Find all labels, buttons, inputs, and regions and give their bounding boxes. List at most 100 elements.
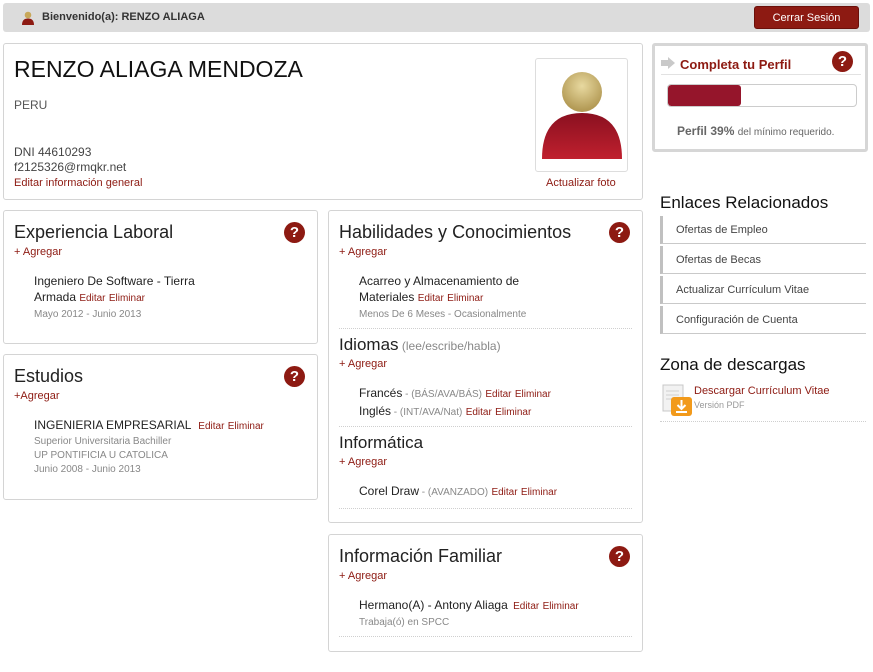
- studies-level: Superior Universitaria Bachiller: [34, 436, 172, 447]
- experience-entry: Ingeniero De Software - Tierra Armada Ed…: [34, 273, 304, 323]
- studies-entry: INGENIERIA EMPRESARIAL Editar Eliminar S…: [34, 417, 314, 477]
- divider: [661, 74, 861, 75]
- profile-percent: 39%: [710, 124, 735, 138]
- logout-button[interactable]: Cerrar Sesión: [754, 6, 859, 29]
- experience-edit-link[interactable]: Editar: [79, 293, 105, 304]
- profile-country: PERU: [14, 98, 48, 112]
- user-icon: [22, 11, 34, 25]
- language-delete-link[interactable]: Eliminar: [495, 407, 531, 418]
- studies-help-icon[interactable]: ?: [284, 366, 305, 387]
- skills-help-icon[interactable]: ?: [609, 222, 630, 243]
- downloads-title: Zona de descargas: [660, 355, 806, 374]
- family-title: Información Familiar: [339, 546, 503, 566]
- experience-job-line1: Ingeniero De Software - Tierra: [34, 274, 195, 288]
- related-links-title: Enlaces Relacionados: [660, 193, 829, 212]
- experience-add-link[interactable]: + Agregar: [14, 246, 62, 258]
- experience-title: Experiencia Laboral: [14, 222, 174, 242]
- skills-edit-link[interactable]: Editar: [418, 293, 444, 304]
- language-name: Inglés: [359, 404, 392, 418]
- profile-photo[interactable]: [535, 58, 628, 172]
- related-link-account-settings[interactable]: Configuración de Cuenta: [660, 306, 866, 334]
- experience-delete-link[interactable]: Eliminar: [109, 293, 145, 304]
- studies-card: Estudios ? +Agregar INGENIERIA EMPRESARI…: [3, 354, 318, 500]
- skills-entry: Acarreo y Almacenamiento de Materiales E…: [359, 273, 629, 323]
- experience-card: Experiencia Laboral ? + Agregar Ingenier…: [3, 210, 318, 344]
- studies-dates: Junio 2008 - Junio 2013: [34, 464, 141, 475]
- computing-entry: Corel Draw - (AVANZADO) Editar Eliminar: [359, 483, 639, 501]
- language-name: Francés: [359, 386, 403, 400]
- language-level: - (INT/AVA/Nat): [391, 407, 463, 418]
- download-cv-link[interactable]: Descargar Currículum Vitae: [694, 385, 830, 397]
- computing-level: - (AVANZADO): [419, 487, 489, 498]
- top-bar: Bienvenido(a): RENZO ALIAGA Cerrar Sesió…: [3, 3, 870, 32]
- experience-help-icon[interactable]: ?: [284, 222, 305, 243]
- divider: [339, 426, 632, 427]
- language-delete-link[interactable]: Eliminar: [515, 389, 551, 400]
- welcome-text: Bienvenido(a): RENZO ALIAGA: [42, 11, 205, 23]
- studies-add-link[interactable]: +Agregar: [14, 390, 60, 402]
- language-level: - (BÁS/AVA/BÁS): [402, 389, 483, 400]
- profile-email: f2125326@rmqkr.net: [14, 160, 127, 174]
- profile-progress-fill: [668, 85, 742, 106]
- languages-title: Idiomas: [339, 335, 399, 354]
- languages-subtitle: (lee/escribe/habla): [401, 339, 501, 353]
- skills-duration: Menos De 6 Meses - Ocasionalmente: [359, 309, 527, 320]
- studies-edit-link[interactable]: Editar: [198, 421, 224, 432]
- pdf-download-icon: [662, 384, 692, 416]
- experience-job-line2: Armada: [34, 290, 77, 304]
- family-work: Trabaja(ó) en SPCC: [359, 617, 450, 628]
- download-cv-item[interactable]: Descargar Currículum Vitae Versión PDF: [660, 382, 866, 422]
- skills-entry-line1: Acarreo y Almacenamiento de: [359, 274, 520, 288]
- family-entry: Hermano(A) - Antony Aliaga Editar Elimin…: [359, 597, 639, 631]
- skills-delete-link[interactable]: Eliminar: [447, 293, 483, 304]
- divider: [339, 328, 632, 329]
- divider: [339, 636, 632, 637]
- related-link-update-cv[interactable]: Actualizar Currículum Vitae: [660, 276, 866, 304]
- language-edit-link[interactable]: Editar: [466, 407, 492, 418]
- family-add-link[interactable]: + Agregar: [339, 570, 387, 582]
- divider: [339, 508, 632, 509]
- download-cv-version: Versión PDF: [694, 400, 745, 410]
- profile-name: RENZO ALIAGA MENDOZA: [14, 56, 303, 82]
- languages-list: Francés - (BÁS/AVA/BÁS) Editar Eliminar …: [359, 385, 639, 421]
- family-card: Información Familiar ? + Agregar Hermano…: [328, 534, 643, 652]
- studies-title: Estudios: [14, 366, 84, 386]
- language-item: Inglés - (INT/AVA/Nat) Editar Eliminar: [359, 403, 639, 421]
- language-item: Francés - (BÁS/AVA/BÁS) Editar Eliminar: [359, 385, 639, 403]
- skills-card: Habilidades y Conocimientos ? + Agregar …: [328, 210, 643, 523]
- experience-dates: Mayo 2012 - Junio 2013: [34, 309, 142, 320]
- computing-title: Informática: [339, 433, 424, 452]
- skills-entry-line2: Materiales: [359, 290, 415, 304]
- profile-dni: DNI 44610293: [14, 145, 92, 159]
- profile-progress-label: Perfil 39% del mínimo requerido.: [677, 124, 834, 138]
- computing-edit-link[interactable]: Editar: [491, 487, 517, 498]
- complete-profile-help-icon[interactable]: ?: [832, 51, 853, 72]
- computing-add-link[interactable]: + Agregar: [339, 456, 387, 468]
- computing-delete-link[interactable]: Eliminar: [521, 487, 557, 498]
- skills-title: Habilidades y Conocimientos: [339, 222, 572, 242]
- update-photo-link[interactable]: Actualizar foto: [546, 177, 616, 189]
- studies-school: UP PONTIFICIA U CATOLICA: [34, 450, 168, 461]
- family-delete-link[interactable]: Eliminar: [543, 601, 579, 612]
- related-link-scholarships[interactable]: Ofertas de Becas: [660, 246, 866, 274]
- studies-delete-link[interactable]: Eliminar: [228, 421, 264, 432]
- studies-degree: INGENIERIA EMPRESARIAL: [34, 418, 191, 432]
- family-help-icon[interactable]: ?: [609, 546, 630, 567]
- family-edit-link[interactable]: Editar: [513, 601, 539, 612]
- language-edit-link[interactable]: Editar: [485, 389, 511, 400]
- languages-add-link[interactable]: + Agregar: [339, 358, 387, 370]
- languages-heading: Idiomas (lee/escribe/habla): [339, 335, 501, 355]
- complete-profile-title: Completa tu Perfil: [680, 57, 792, 72]
- edit-general-info-link[interactable]: Editar información general: [14, 177, 142, 189]
- profile-suffix: del mínimo requerido.: [737, 127, 835, 138]
- computing-name: Corel Draw: [359, 484, 420, 498]
- arrow-right-icon: [661, 57, 675, 69]
- related-link-job-offers[interactable]: Ofertas de Empleo: [660, 216, 866, 244]
- family-member: Hermano(A) - Antony Aliaga: [359, 598, 508, 612]
- profile-progress-bar: [667, 84, 857, 107]
- complete-profile-panel: Completa tu Perfil ? Perfil 39% del míni…: [652, 43, 868, 152]
- skills-add-link[interactable]: + Agregar: [339, 246, 387, 258]
- avatar-placeholder-icon: [542, 72, 622, 159]
- profile-label: Perfil: [677, 124, 708, 138]
- profile-card: RENZO ALIAGA MENDOZA PERU DNI 44610293 f…: [3, 43, 643, 200]
